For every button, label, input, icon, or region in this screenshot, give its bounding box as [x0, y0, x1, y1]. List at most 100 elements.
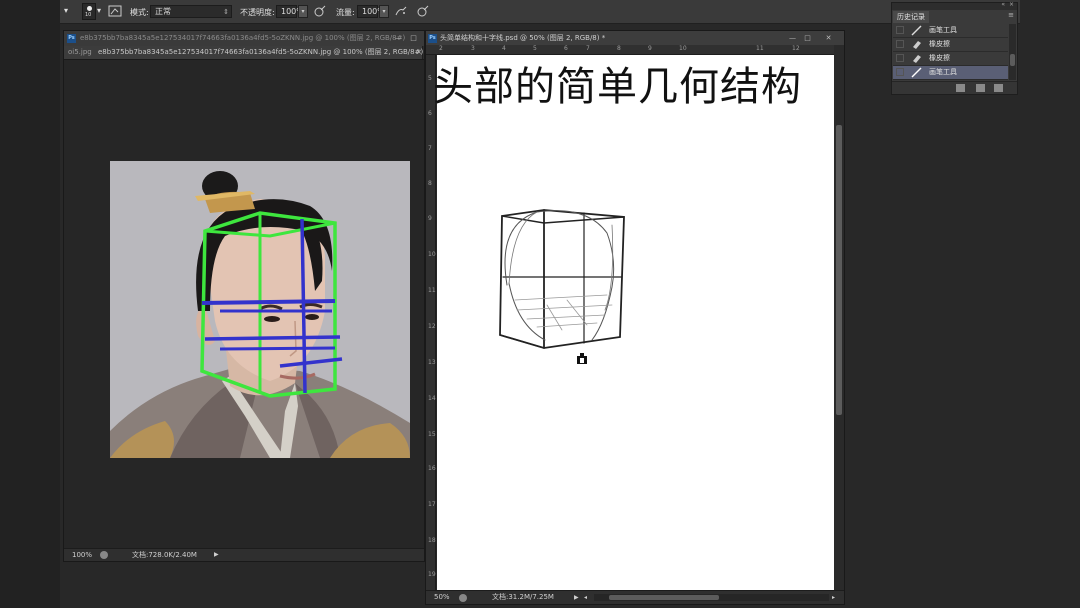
camera-snapshot-icon[interactable]	[976, 84, 985, 92]
flow-arrow-icon[interactable]: ▾	[379, 5, 389, 18]
horizontal-scrollbar[interactable]	[594, 594, 829, 601]
brush-preset-arrow-icon[interactable]: ▾	[97, 6, 101, 15]
vertical-ruler[interactable]: 5 6 7 8 9 10 11 12 13 14 15 16 17 18 19	[426, 55, 436, 590]
status-menu-arrow-icon[interactable]: ▶	[214, 549, 219, 561]
brush-preset-picker[interactable]: 10	[82, 3, 96, 20]
opacity-arrow-icon[interactable]: ▾	[298, 5, 308, 18]
trash-icon[interactable]	[994, 84, 1003, 92]
brush-icon	[911, 67, 923, 78]
status-info-icon[interactable]	[459, 594, 467, 602]
ruler-h-label: 3	[471, 45, 475, 52]
history-item[interactable]: 橡皮擦	[893, 52, 1008, 66]
ruler-v-label: 12	[428, 323, 436, 330]
history-item-selected[interactable]: 画笔工具	[893, 66, 1008, 80]
ruler-h-label: 9	[648, 45, 652, 52]
history-snapshot-checkbox[interactable]	[896, 54, 904, 62]
flow-label: 流量:	[336, 8, 355, 17]
mode-dropdown[interactable]: 正常 ⇕	[150, 5, 232, 18]
photoshop-icon: Ps	[428, 34, 437, 43]
history-panel-footer	[892, 81, 1017, 94]
history-item[interactable]: 橡皮擦	[893, 38, 1008, 52]
eraser-icon	[911, 39, 923, 50]
brush-tip-icon	[87, 6, 92, 11]
drawing-status-bar: 50% 文档:31.2M/7.25M ▶ ◂ ▸	[426, 590, 844, 604]
ruler-h-label: 6	[564, 45, 568, 52]
history-scrollbar[interactable]	[1009, 24, 1016, 80]
ruler-h-label: 10	[679, 45, 687, 52]
ruler-v-label: 14	[428, 395, 436, 402]
ruler-h-label: 7	[586, 45, 590, 52]
mode-label: 模式:	[130, 8, 149, 17]
history-panel: « × 历史记录 ≡ 画笔工具 橡皮擦 橡皮擦 画笔工具	[891, 1, 1018, 95]
drawing-document-title: 头简单结构和十字线.psd @ 50% (图层 2, RGB/8) *	[440, 34, 606, 42]
history-tab-label: 历史记录	[897, 13, 925, 21]
minimize-icon[interactable]: —	[788, 34, 797, 43]
history-item[interactable]: 画笔工具	[893, 24, 1008, 38]
maximize-icon[interactable]: □	[803, 34, 812, 43]
drawing-zoom-level[interactable]: 50%	[434, 591, 450, 604]
ruler-h-label: 11	[756, 45, 764, 52]
history-snapshot-checkbox[interactable]	[896, 68, 904, 76]
history-item-label: 画笔工具	[929, 26, 957, 34]
eraser-icon	[911, 53, 923, 64]
panel-header[interactable]: « ×	[892, 1, 1017, 10]
scroll-left-icon[interactable]: ◂	[584, 591, 587, 604]
document-tabs: oi5.jpg e8b375bb7ba8345a5e127534017f7466…	[64, 46, 424, 60]
collapse-icon[interactable]: «	[1001, 1, 1005, 8]
reference-zoom-level[interactable]: 100%	[72, 549, 92, 561]
history-scrollbar-thumb[interactable]	[1010, 54, 1015, 66]
maximize-icon[interactable]: □	[409, 34, 418, 43]
panel-menu-icon[interactable]: ≡	[1008, 11, 1014, 19]
history-snapshot-checkbox[interactable]	[896, 40, 904, 48]
vertical-scrollbar[interactable]	[834, 45, 844, 590]
ruler-h-label: 4	[502, 45, 506, 52]
ruler-v-label: 11	[428, 287, 436, 294]
options-bar: ▾ 10 ▾ 模式: 正常 ⇕ 不透明度: 100% ▾ 流量: 100% ▾	[60, 0, 1020, 24]
tab-active-document[interactable]: e8b375bb7ba8345a5e127534017f74663fa0136a…	[94, 46, 424, 59]
ruler-v-label: 13	[428, 359, 436, 366]
status-info-icon[interactable]	[100, 551, 108, 559]
history-item-label: 橡皮擦	[929, 40, 950, 48]
ruler-v-label: 9	[428, 215, 432, 222]
tab-close-icon[interactable]: ×	[416, 46, 422, 59]
drawing-document-titlebar[interactable]: Ps 头简单结构和十字线.psd @ 50% (图层 2, RGB/8) * —…	[426, 31, 844, 46]
close-icon[interactable]: ✕	[824, 34, 833, 43]
portrait-illustration	[110, 171, 410, 458]
scrollbar-thumb[interactable]	[836, 125, 842, 415]
tools-strip	[0, 0, 60, 608]
history-snapshot-checkbox[interactable]	[896, 26, 904, 34]
minimize-icon[interactable]: —	[394, 34, 403, 43]
brush-cursor-icon	[576, 350, 588, 364]
tab-active-label: e8b375bb7ba8345a5e127534017f74663fa0136a…	[98, 48, 424, 56]
tool-preset-arrow-icon[interactable]: ▾	[64, 6, 68, 15]
reference-document-titlebar[interactable]: Ps e8b375bb7ba8345a5e127534017f74663fa01…	[64, 31, 424, 46]
new-document-from-state-icon[interactable]	[956, 84, 965, 92]
photoshop-icon: Ps	[67, 34, 76, 43]
status-menu-arrow-icon[interactable]: ▶	[574, 591, 579, 604]
flow-field[interactable]: 100%	[357, 5, 385, 18]
ruler-v-label: 10	[428, 251, 436, 258]
ruler-h-label: 8	[617, 45, 621, 52]
panel-close-icon[interactable]: ×	[1009, 1, 1014, 8]
mode-dropdown-arrow-icon: ⇕	[223, 8, 229, 16]
ruler-v-label: 8	[428, 180, 432, 187]
horizontal-scrollbar-thumb[interactable]	[609, 595, 719, 600]
airbrush-icon[interactable]	[394, 4, 410, 20]
brush-panel-toggle-icon[interactable]	[108, 4, 124, 20]
pressure-size-icon[interactable]	[416, 4, 432, 20]
ruler-h-label: 12	[792, 45, 800, 52]
head-sketch	[499, 209, 625, 349]
ruler-h-label: 2	[439, 45, 443, 52]
drawing-canvas[interactable]: 头部的简单几何结构	[433, 55, 834, 590]
drawing-doc-info: 文档:31.2M/7.25M	[492, 593, 554, 601]
ruler-h-label: 5	[533, 45, 537, 52]
reference-doc-info: 文档:728.0K/2.40M	[132, 551, 197, 559]
opacity-field[interactable]: 100%	[276, 5, 304, 18]
ruler-v-label: 16	[428, 465, 436, 472]
pressure-opacity-icon[interactable]	[313, 4, 329, 20]
tab-history[interactable]: 历史记录	[893, 11, 929, 23]
tab-previous-label: oi5.jpg	[68, 48, 92, 56]
brush-size-value: 10	[85, 12, 92, 18]
ruler-v-label: 19	[428, 571, 436, 578]
scroll-right-icon[interactable]: ▸	[832, 591, 835, 604]
